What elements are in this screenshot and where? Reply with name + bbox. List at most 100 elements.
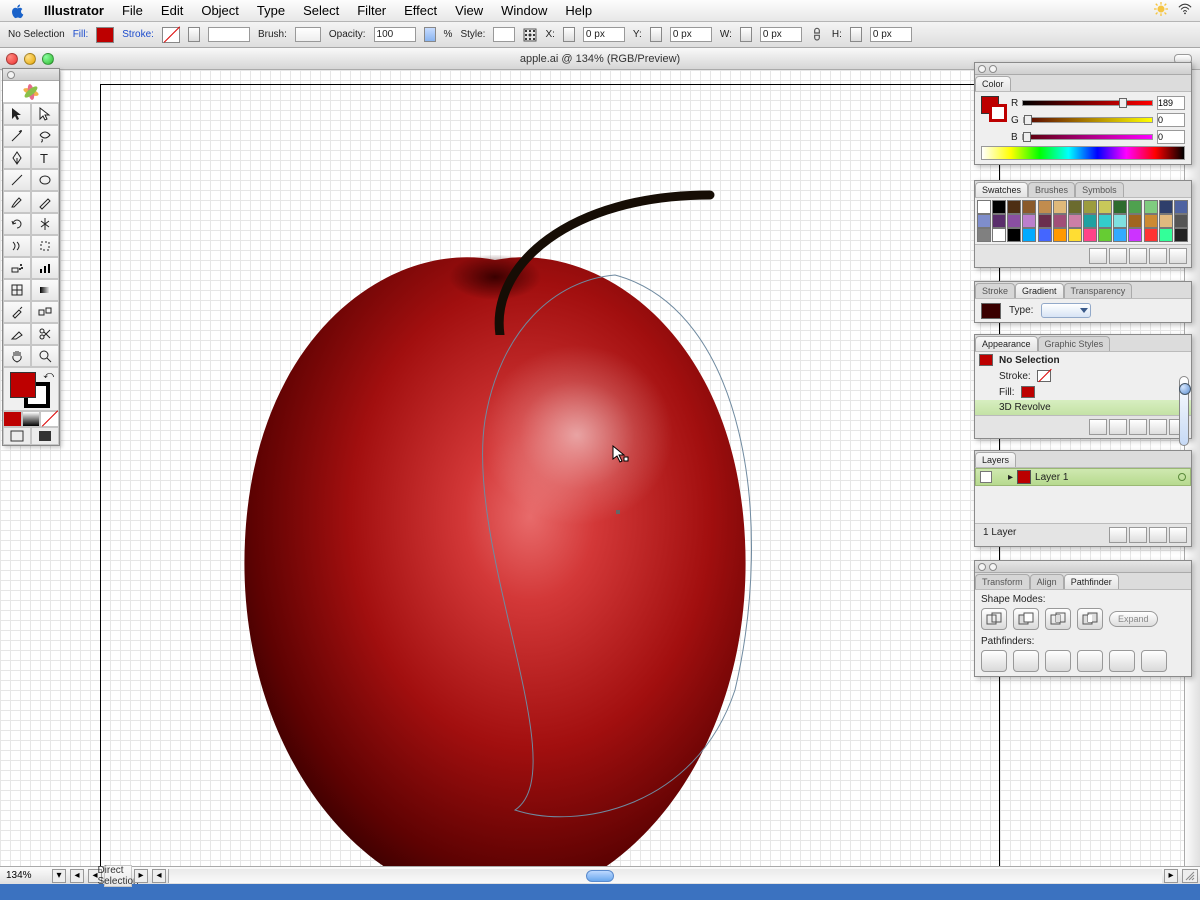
swatch[interactable] <box>1022 200 1036 214</box>
scrollbar-thumb[interactable] <box>586 870 614 882</box>
appearance-effect[interactable]: 3D Revolve <box>999 402 1051 413</box>
appearance-clear-icon[interactable] <box>1109 419 1127 435</box>
r-value[interactable] <box>1157 96 1185 110</box>
swatch[interactable] <box>1083 200 1097 214</box>
swatch-grid[interactable] <box>977 200 1189 242</box>
menu-file[interactable]: File <box>122 3 143 18</box>
tab-symbols[interactable]: Symbols <box>1075 182 1124 197</box>
shape-exclude-button[interactable] <box>1077 608 1103 630</box>
w-field[interactable]: 0 px <box>760 27 802 42</box>
w-stepper[interactable] <box>740 27 752 42</box>
pathfinder-merge-button[interactable] <box>1045 650 1071 672</box>
swatch[interactable] <box>1068 214 1082 228</box>
apple-menu-icon[interactable] <box>10 3 26 19</box>
swatch[interactable] <box>1098 214 1112 228</box>
opacity-field[interactable]: 100 <box>374 27 416 42</box>
scissors-tool[interactable] <box>31 323 59 345</box>
tab-transparency[interactable]: Transparency <box>1064 283 1133 298</box>
pathfinder-divide-button[interactable] <box>981 650 1007 672</box>
reference-point-icon[interactable] <box>523 28 537 42</box>
swatch[interactable] <box>1128 200 1142 214</box>
symbol-sprayer-tool[interactable] <box>3 257 31 279</box>
swatch[interactable] <box>1174 200 1188 214</box>
swatch[interactable] <box>1068 200 1082 214</box>
g-value[interactable] <box>1157 113 1185 127</box>
swatch[interactable] <box>1144 214 1158 228</box>
menu-select[interactable]: Select <box>303 3 339 18</box>
selection-tool[interactable] <box>3 103 31 125</box>
tab-layers[interactable]: Layers <box>975 452 1016 467</box>
zoom-level[interactable]: 134% <box>0 870 50 881</box>
swatch[interactable] <box>1068 228 1082 242</box>
slice-tool[interactable] <box>3 323 31 345</box>
tab-graphic-styles[interactable]: Graphic Styles <box>1038 336 1111 351</box>
appearance-new-art-icon[interactable] <box>1089 419 1107 435</box>
color-spectrum[interactable] <box>981 146 1185 160</box>
swatch[interactable] <box>1083 214 1097 228</box>
layer-name[interactable]: Layer 1 <box>1035 472 1068 483</box>
swatch[interactable] <box>1038 228 1052 242</box>
swatch[interactable] <box>1159 200 1173 214</box>
paintbrush-tool[interactable] <box>3 191 31 213</box>
swatch[interactable] <box>1083 228 1097 242</box>
style-selector[interactable] <box>493 27 515 42</box>
sun-status-icon[interactable] <box>1154 2 1168 19</box>
swatch-new-icon[interactable] <box>1149 248 1167 264</box>
menu-type[interactable]: Type <box>257 3 285 18</box>
stroke-weight-stepper[interactable] <box>188 27 200 42</box>
swatch[interactable] <box>977 228 991 242</box>
wifi-status-icon[interactable] <box>1178 2 1192 19</box>
zoom-menu-icon[interactable]: ▾ <box>52 869 66 883</box>
swatch[interactable] <box>977 200 991 214</box>
layers-make-clip-icon[interactable] <box>1109 527 1127 543</box>
pathfinder-trim-button[interactable] <box>1013 650 1039 672</box>
swatch[interactable] <box>1144 200 1158 214</box>
constrain-proportions-icon[interactable] <box>810 28 824 42</box>
swatch-delete-icon[interactable] <box>1169 248 1187 264</box>
g-slider[interactable] <box>1023 117 1153 123</box>
r-slider[interactable] <box>1022 100 1153 106</box>
swatch[interactable] <box>1038 200 1052 214</box>
zoom-tool[interactable] <box>31 345 59 367</box>
tab-stroke[interactable]: Stroke <box>975 283 1015 298</box>
swatch[interactable] <box>1022 214 1036 228</box>
nav-next-icon[interactable]: ◂ <box>152 869 166 883</box>
gradient-type-select[interactable] <box>1041 303 1091 318</box>
layers-delete-icon[interactable] <box>1169 527 1187 543</box>
pathfinder-outline-button[interactable] <box>1109 650 1135 672</box>
tools-palette[interactable]: T ⤺ <box>2 68 60 446</box>
reflect-tool[interactable] <box>31 213 59 235</box>
none-mode-button[interactable] <box>40 411 59 427</box>
swatch[interactable] <box>1113 228 1127 242</box>
y-field[interactable]: 0 px <box>670 27 712 42</box>
swatch[interactable] <box>1098 200 1112 214</box>
shape-intersect-button[interactable] <box>1045 608 1071 630</box>
gradient-tool[interactable] <box>31 279 59 301</box>
swatch[interactable] <box>992 228 1006 242</box>
swatches-panel[interactable]: Swatches Brushes Symbols <box>974 180 1192 268</box>
fill-stroke-control[interactable]: ⤺ <box>3 367 59 411</box>
magic-wand-tool[interactable] <box>3 125 31 147</box>
palette-titlebar[interactable] <box>3 69 59 81</box>
appearance-opacity-slider[interactable] <box>1179 376 1189 446</box>
expand-button[interactable]: Expand <box>1109 611 1158 627</box>
swatch-new-group-icon[interactable] <box>1129 248 1147 264</box>
appearance-stroke-swatch[interactable] <box>1037 370 1051 382</box>
resize-grip-icon[interactable] <box>1182 869 1198 883</box>
menu-filter[interactable]: Filter <box>357 3 386 18</box>
gradient-mode-button[interactable] <box>22 411 41 427</box>
pathfinder-crop-button[interactable] <box>1077 650 1103 672</box>
swatch[interactable] <box>977 214 991 228</box>
swatch[interactable] <box>1007 228 1021 242</box>
rotate-tool[interactable] <box>3 213 31 235</box>
color-stroke-box[interactable] <box>989 104 1007 122</box>
ellipse-tool[interactable] <box>31 169 59 191</box>
swatch[interactable] <box>1144 228 1158 242</box>
fill-color-box[interactable] <box>10 372 36 398</box>
warp-tool[interactable] <box>3 235 31 257</box>
appearance-reduce-icon[interactable] <box>1129 419 1147 435</box>
swatch[interactable] <box>1007 200 1021 214</box>
appearance-panel[interactable]: Appearance Graphic Styles No Selection S… <box>974 334 1192 439</box>
tab-pathfinder[interactable]: Pathfinder <box>1064 574 1119 589</box>
palette-close-icon[interactable] <box>7 71 15 79</box>
